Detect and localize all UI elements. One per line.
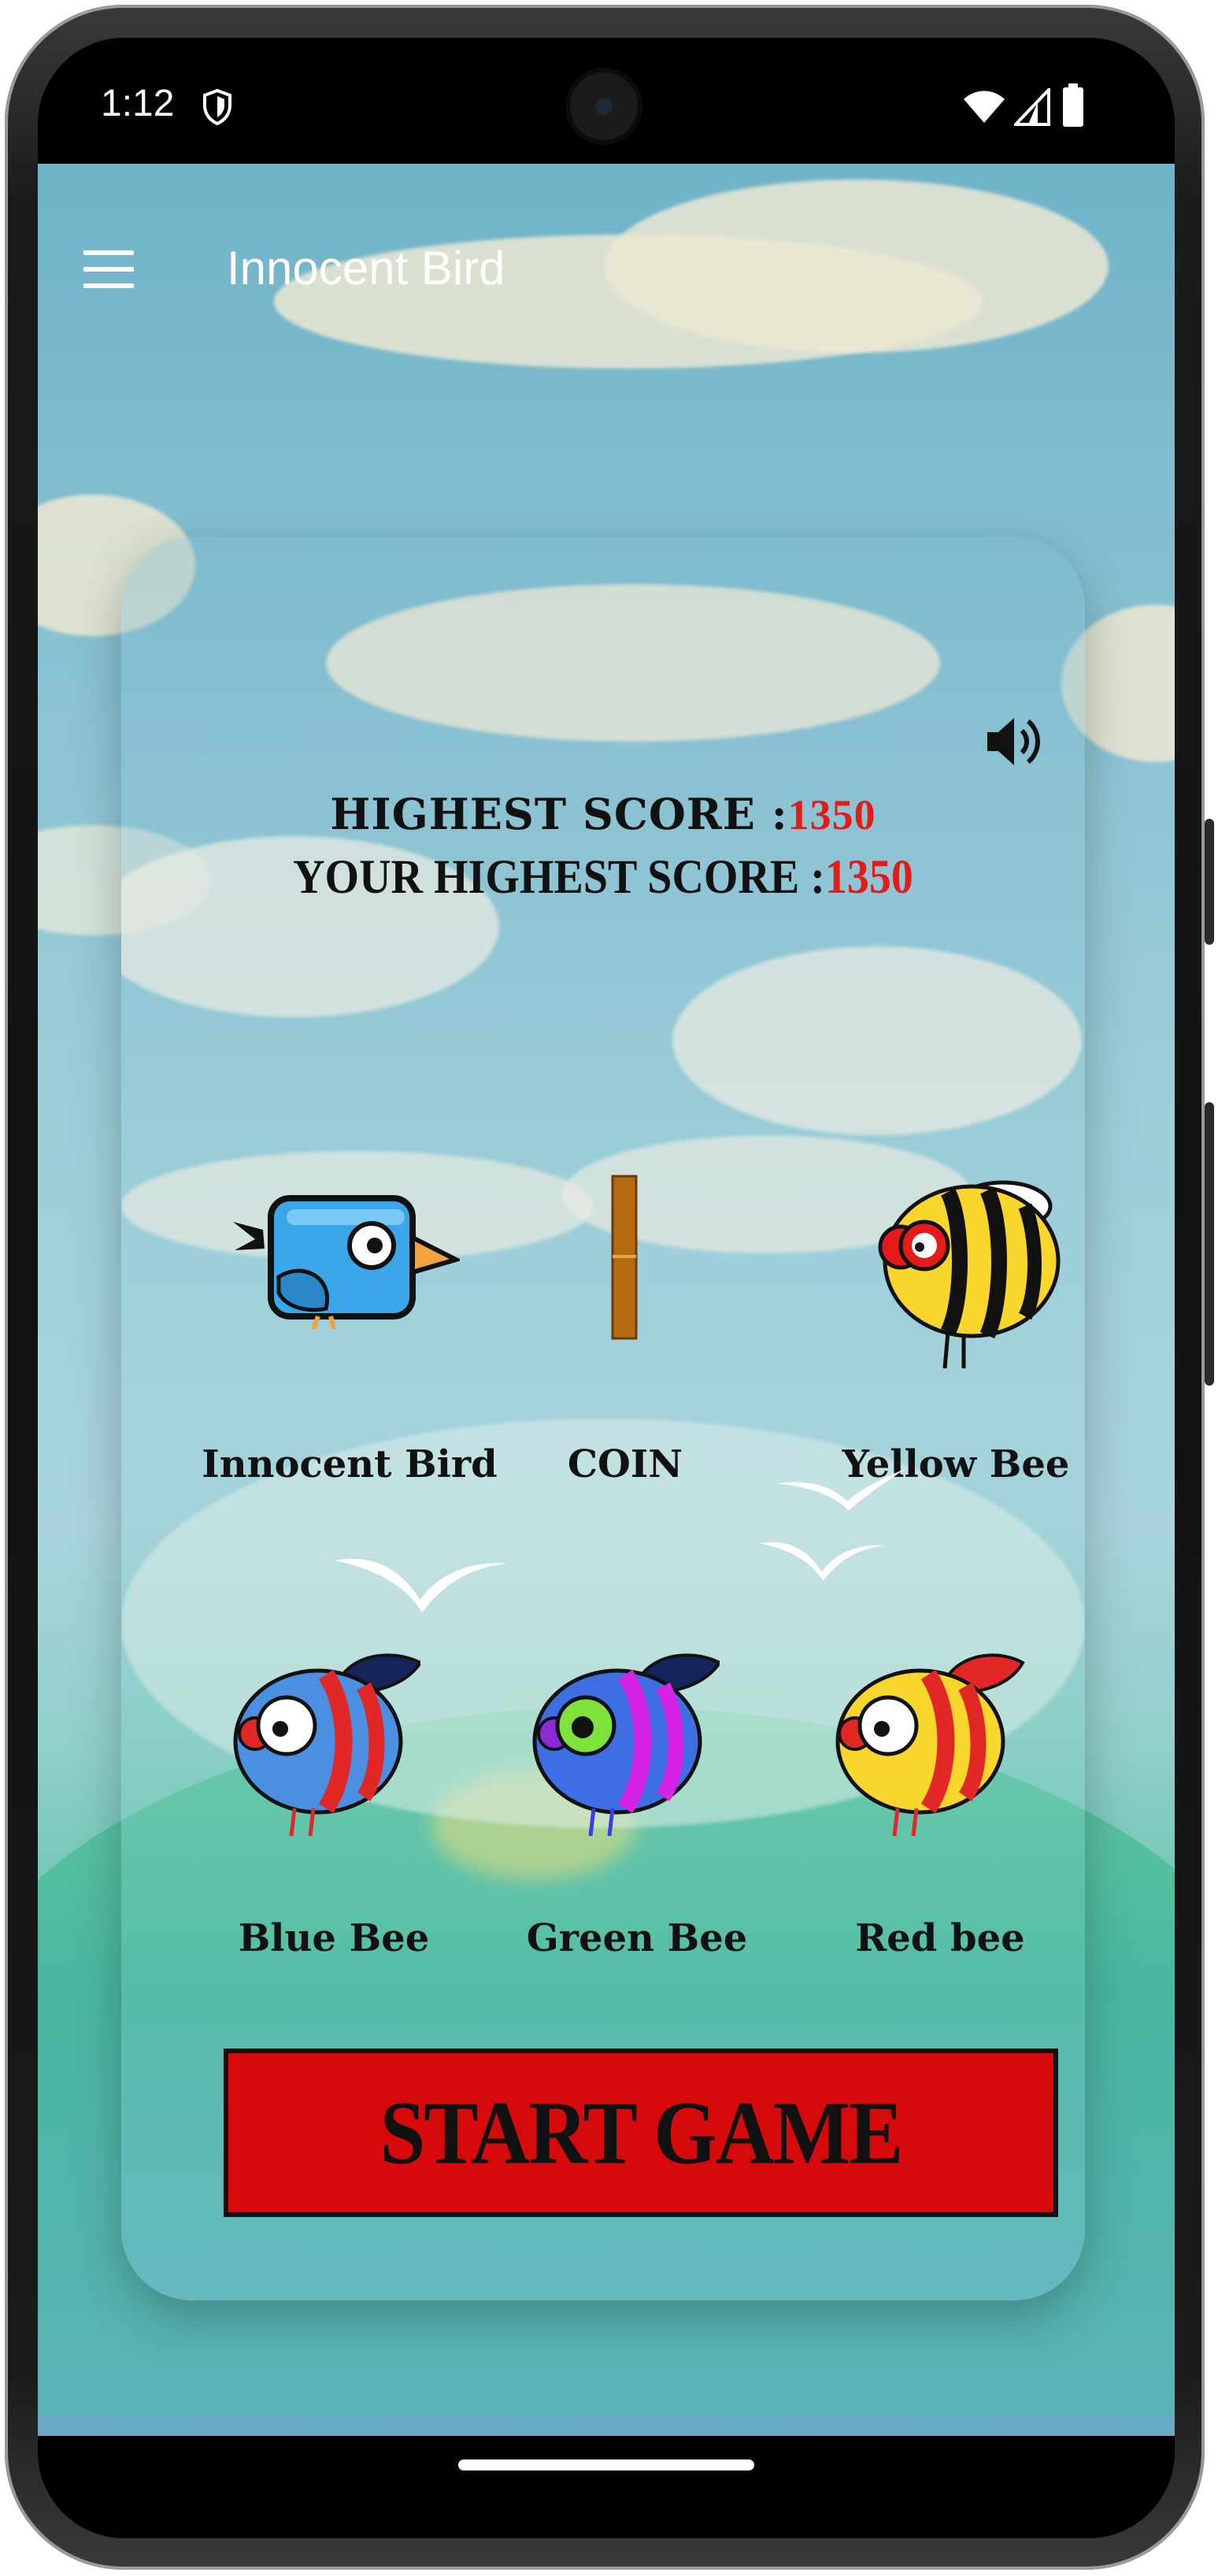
volume-icon[interactable] xyxy=(983,710,1046,773)
menu-line xyxy=(83,267,134,272)
menu-line xyxy=(83,283,134,288)
volume-button xyxy=(1205,1102,1214,1386)
hamburger-menu-icon[interactable] xyxy=(83,250,134,288)
menu-line xyxy=(83,250,134,255)
wifi-icon xyxy=(964,91,1005,123)
character-label: Red bee xyxy=(855,1916,1025,1960)
game-home-screen: Innocent Bird HIGHEST SCORE :1350 YOUR H… xyxy=(38,164,1175,2436)
character-label: Blue Bee xyxy=(238,1916,430,1960)
your-highest-score-value: 1350 xyxy=(824,849,913,905)
home-gesture-handle[interactable] xyxy=(458,2459,754,2471)
blue-bird-icon xyxy=(233,1195,463,1331)
cloud xyxy=(605,180,1109,353)
front-camera xyxy=(570,72,638,140)
character-coin[interactable] xyxy=(609,1175,641,1340)
blue-bee-icon xyxy=(233,1653,423,1837)
screen: 1:12 Innocent Bird HIGHEST SCORE:1350 Y… xyxy=(38,38,1175,2538)
battery-icon xyxy=(1063,83,1083,127)
seagull-decoration xyxy=(776,1468,907,1511)
start-game-button[interactable]: START GAME xyxy=(224,2049,1058,2217)
highest-score-value: 1350 xyxy=(787,791,876,838)
cloud xyxy=(672,946,1082,1135)
character-green-bee[interactable] xyxy=(531,1639,722,1837)
status-bar: 1:12 xyxy=(38,38,1175,164)
start-game-label: START GAME xyxy=(379,2082,903,2183)
character-red-bee[interactable] xyxy=(830,1639,1027,1837)
green-bee-icon xyxy=(532,1653,722,1837)
status-time: 1:12 xyxy=(101,83,175,124)
highest-score-label: HIGHEST SCORE : xyxy=(330,789,788,839)
phone-frame: 1:12 Innocent Bird HIGHEST SCORE:1350 Y… xyxy=(0,0,1218,2576)
shield-icon xyxy=(203,88,231,126)
character-innocent-bird[interactable] xyxy=(231,1175,463,1332)
your-highest-score-label: YOUR HIGHEST SCORE : xyxy=(293,849,825,905)
navigation-bar xyxy=(38,2436,1175,2538)
character-label: Innocent Bird xyxy=(202,1442,498,1486)
cloud xyxy=(326,584,940,742)
game-menu-card: HIGHEST SCORE :1350 YOUR HIGHEST SCORE :… xyxy=(121,537,1085,2300)
signal-icon xyxy=(1014,88,1050,126)
character-blue-bee[interactable] xyxy=(231,1639,423,1837)
yellow-bee-icon xyxy=(878,1180,1061,1369)
seagull-decoration xyxy=(759,1542,885,1582)
coin-pillar-icon xyxy=(611,1175,638,1340)
character-label: Green Bee xyxy=(526,1916,748,1960)
seagull-decoration xyxy=(334,1559,507,1612)
your-highest-score: YOUR HIGHEST SCORE :1350 xyxy=(121,849,1085,905)
app-title: Innocent Bird xyxy=(227,242,505,294)
character-yellow-bee[interactable] xyxy=(869,1175,1066,1371)
highest-score: HIGHEST SCORE :1350 xyxy=(121,789,1085,839)
red-bee-icon xyxy=(835,1653,1025,1837)
character-label: COIN xyxy=(567,1442,683,1486)
power-button xyxy=(1205,819,1214,945)
